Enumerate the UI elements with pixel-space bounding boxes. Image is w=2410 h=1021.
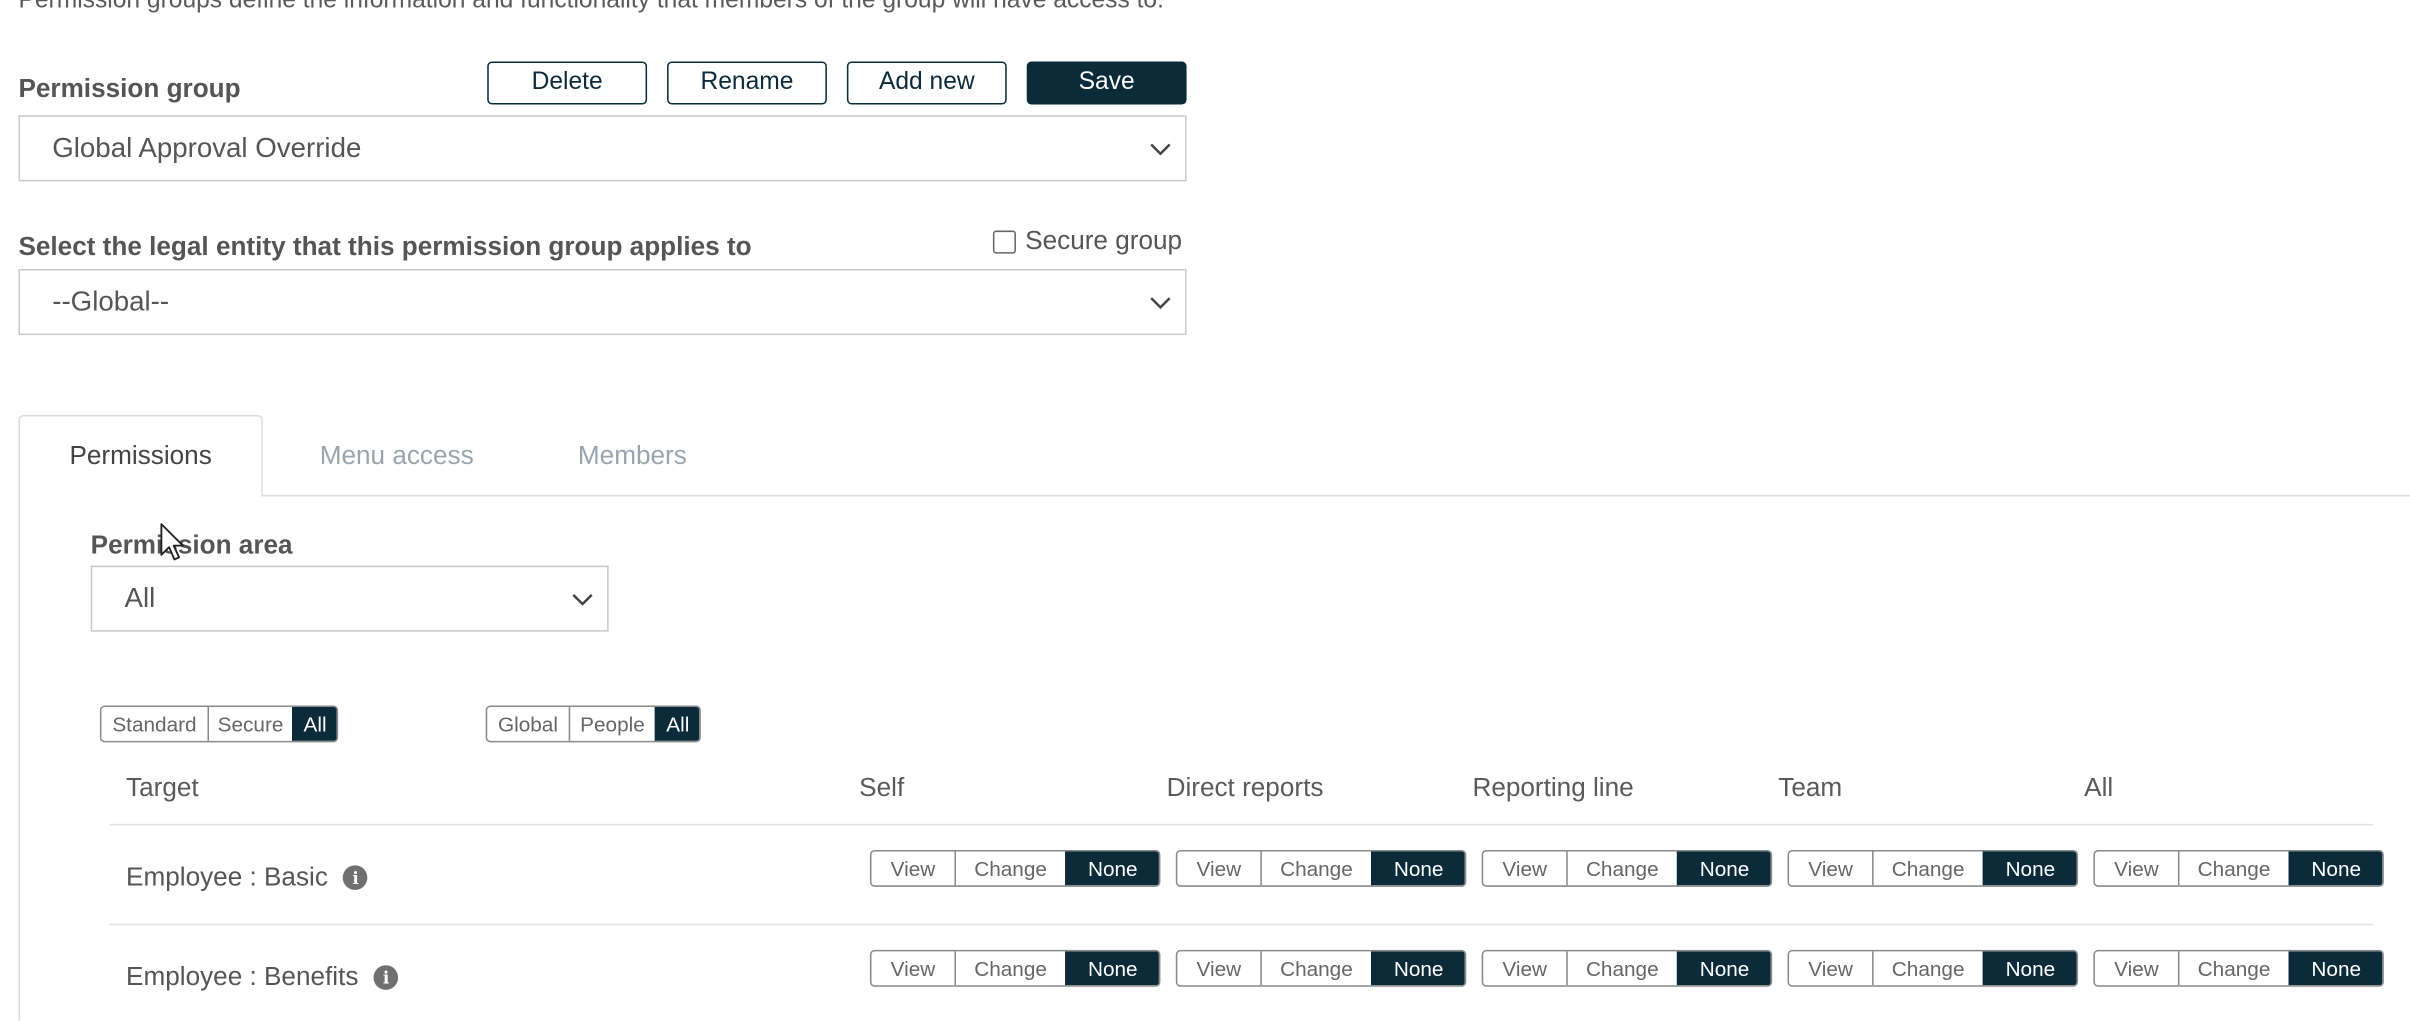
legal-entity-value: --Global-- — [52, 285, 170, 317]
access-toggle-team[interactable]: View Change None — [1787, 949, 2079, 987]
toggle-option-change[interactable]: Change — [2177, 851, 2289, 886]
toggle-option-change[interactable]: Change — [954, 951, 1065, 986]
toggle-option-view[interactable]: View — [2095, 951, 2178, 985]
access-toggle-self[interactable]: View Change None — [869, 949, 1161, 987]
permission-group-select[interactable]: Global Approval Override — [18, 115, 1187, 182]
mouse-pointer-icon — [160, 523, 184, 561]
table-header-divider — [109, 823, 2374, 826]
column-header-reporting-line: Reporting line — [1472, 773, 1634, 803]
page-description: Permission groups define the information… — [18, 0, 1164, 14]
panel-border — [18, 496, 20, 1021]
permission-group-value: Global Approval Override — [52, 132, 362, 163]
toggle-option-none[interactable]: None — [1982, 951, 2077, 986]
toggle-option-view[interactable]: View — [871, 951, 954, 985]
column-header-direct-reports: Direct reports — [1166, 773, 1324, 803]
toggle-option-none[interactable]: None — [1676, 851, 1771, 886]
add-new-button[interactable]: Add new — [846, 61, 1007, 105]
table-row-divider — [109, 923, 2374, 926]
access-toggle-self[interactable]: View Change None — [869, 849, 1161, 887]
filter-secure[interactable]: Secure — [207, 707, 292, 741]
info-icon[interactable]: i — [343, 865, 368, 890]
access-toggle-direct-reports[interactable]: View Change None — [1175, 849, 1467, 887]
filter-global[interactable]: Global — [487, 707, 568, 741]
access-toggle-team[interactable]: View Change None — [1787, 849, 2079, 887]
table-row-label: Employee : Basic i — [126, 862, 368, 893]
access-toggle-direct-reports[interactable]: View Change None — [1175, 949, 1467, 987]
column-header-team: Team — [1778, 773, 1843, 803]
filter-type-all[interactable]: All — [292, 707, 337, 741]
toggle-option-none[interactable]: None — [1065, 851, 1159, 886]
access-toggle-reporting-line[interactable]: View Change None — [1481, 949, 1773, 987]
tab-bar-divider — [262, 494, 2410, 497]
column-header-all: All — [2084, 773, 2114, 803]
access-toggle-all[interactable]: View Change None — [2093, 949, 2384, 987]
toggle-option-none[interactable]: None — [2288, 851, 2383, 886]
toggle-option-view[interactable]: View — [2095, 851, 2178, 885]
save-button[interactable]: Save — [1026, 61, 1187, 105]
chevron-down-icon — [572, 593, 593, 605]
access-toggle-all[interactable]: View Change None — [2093, 849, 2384, 887]
tab-permissions[interactable]: Permissions — [18, 414, 263, 497]
toggle-option-view[interactable]: View — [1177, 851, 1260, 885]
column-header-target: Target — [126, 773, 199, 803]
toggle-option-view[interactable]: View — [1177, 951, 1260, 985]
toggle-option-view[interactable]: View — [1789, 851, 1872, 885]
permission-area-select[interactable]: All — [90, 565, 609, 632]
filter-standard[interactable]: Standard — [101, 707, 207, 741]
filter-scope-all[interactable]: All — [654, 707, 700, 741]
delete-button[interactable]: Delete — [487, 61, 648, 105]
secure-group-checkbox[interactable] — [992, 229, 1016, 253]
chevron-down-icon — [1150, 142, 1171, 155]
row-target-label: Employee : Benefits — [126, 962, 359, 992]
toggle-option-change[interactable]: Change — [954, 851, 1065, 886]
toggle-option-none[interactable]: None — [2288, 951, 2383, 986]
permission-area-value: All — [124, 582, 156, 614]
toggle-option-none[interactable]: None — [1371, 851, 1465, 886]
toggle-option-view[interactable]: View — [1789, 951, 1872, 985]
toggle-option-view[interactable]: View — [1483, 851, 1566, 885]
info-icon[interactable]: i — [373, 965, 399, 990]
legal-entity-label: Select the legal entity that this permis… — [18, 232, 752, 262]
table-row-label: Employee : Benefits i — [126, 962, 399, 993]
permission-area-label: Permission area — [90, 530, 293, 560]
access-toggle-reporting-line[interactable]: View Change None — [1481, 849, 1773, 887]
filter-people[interactable]: People — [568, 707, 655, 741]
toggle-option-none[interactable]: None — [1371, 951, 1465, 986]
tab-members[interactable]: Members — [578, 441, 687, 472]
toggle-option-change[interactable]: Change — [1872, 951, 1983, 986]
toggle-option-view[interactable]: View — [871, 851, 954, 885]
toggle-option-none[interactable]: None — [1065, 951, 1159, 986]
permission-type-filter[interactable]: Standard Secure All — [99, 705, 339, 743]
rename-button[interactable]: Rename — [667, 61, 827, 105]
toggle-option-view[interactable]: View — [1483, 951, 1566, 985]
permission-scope-filter[interactable]: Global People All — [485, 705, 701, 743]
toggle-option-none[interactable]: None — [1982, 851, 2077, 886]
chevron-down-icon — [1150, 296, 1171, 309]
toggle-option-change[interactable]: Change — [1566, 851, 1677, 886]
toggle-option-change[interactable]: Change — [1872, 851, 1983, 886]
secure-group-checkbox-wrap[interactable]: Secure group — [992, 225, 1183, 257]
secure-group-label: Secure group — [1025, 225, 1183, 256]
toggle-option-change[interactable]: Change — [1566, 951, 1677, 986]
column-header-self: Self — [859, 773, 905, 803]
row-target-label: Employee : Basic — [126, 862, 328, 892]
toggle-option-none[interactable]: None — [1676, 951, 1771, 986]
toggle-option-change[interactable]: Change — [1260, 851, 1371, 886]
toggle-option-change[interactable]: Change — [2177, 951, 2289, 986]
toggle-option-change[interactable]: Change — [1260, 951, 1371, 986]
tab-menu-access[interactable]: Menu access — [320, 441, 474, 472]
legal-entity-select[interactable]: --Global-- — [18, 268, 1187, 336]
permission-group-label: Permission group — [18, 73, 241, 103]
